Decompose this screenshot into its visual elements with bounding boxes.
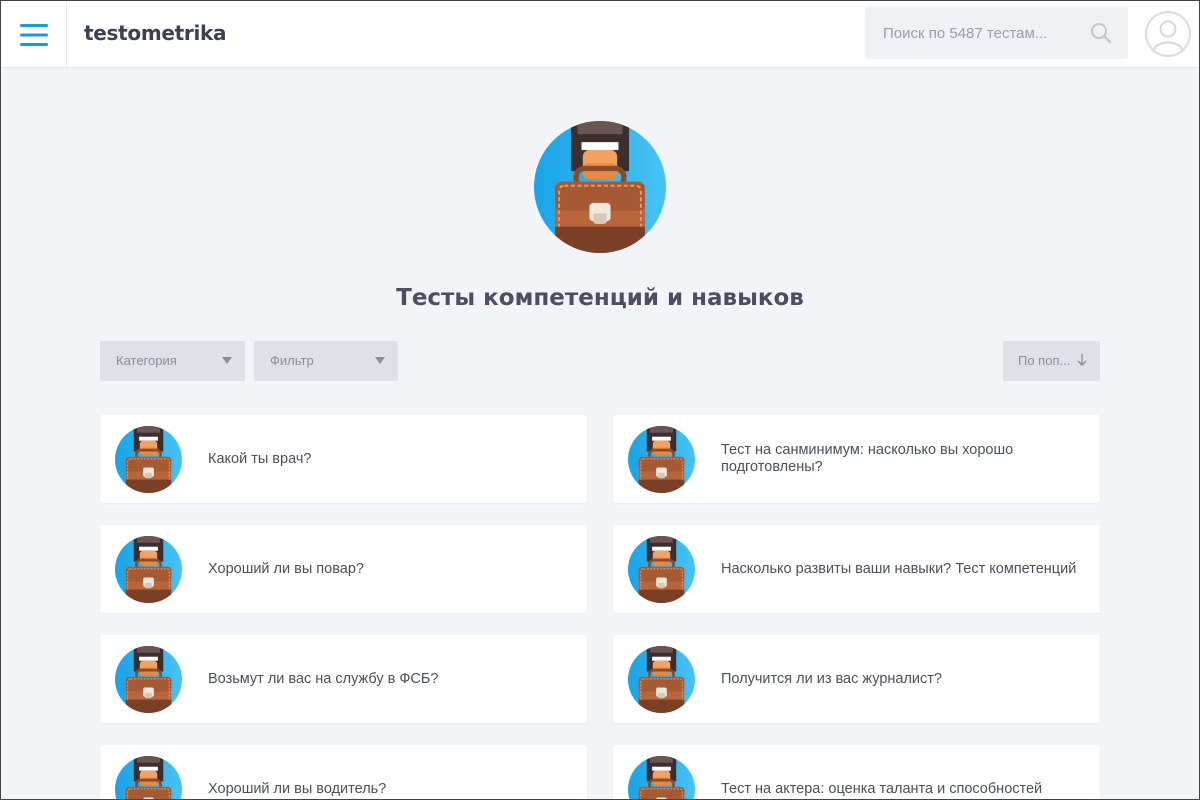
chevron-down-icon [375, 357, 385, 364]
chevron-down-icon [222, 357, 232, 364]
test-card-title: Получится ли из вас журналист? [721, 670, 942, 687]
page-title: Тесты компетенций и навыков [396, 285, 804, 311]
test-card-title: Хороший ли вы водитель? [208, 780, 387, 797]
category-select-label: Категория [116, 353, 177, 368]
test-card[interactable]: Тест на санминимум: насколько вы хорошо … [613, 415, 1100, 503]
site-logo[interactable]: testometrika [84, 21, 227, 47]
test-card-title: Тест на актера: оценка таланта и способн… [721, 780, 1043, 797]
test-card-title: Какой ты врач? [208, 450, 312, 467]
sort-select-label: По поп... [1018, 353, 1071, 368]
menu-button[interactable] [1, 1, 67, 68]
briefcase-hand-icon [628, 646, 695, 713]
user-avatar[interactable] [1145, 11, 1191, 57]
test-card-title: Возьмут ли вас на службу в ФСБ? [208, 670, 439, 687]
test-card[interactable]: Насколько развиты ваши навыки? Тест комп… [613, 525, 1100, 613]
test-card-title: Насколько развиты ваши навыки? Тест комп… [721, 560, 1077, 577]
search-icon[interactable] [1090, 22, 1112, 44]
test-card-title: Тест на санминимум: насколько вы хорошо … [721, 442, 1014, 475]
briefcase-hand-icon [628, 756, 695, 800]
filter-select-label: Фильтр [270, 353, 314, 368]
briefcase-hand-icon [115, 646, 182, 713]
test-card[interactable]: Получится ли из вас журналист? [613, 635, 1100, 723]
page-frame: testometrika Тесты компетенций и навыков… [0, 0, 1200, 800]
user-avatar-icon [1153, 20, 1183, 51]
briefcase-hand-icon [115, 536, 182, 603]
briefcase-hand-icon [628, 536, 695, 603]
briefcase-hand-icon [534, 121, 666, 253]
category-select[interactable]: Категория [100, 341, 245, 381]
hamburger-icon [19, 23, 48, 46]
search-input[interactable] [865, 7, 1080, 59]
briefcase-hand-icon [115, 756, 182, 800]
top-header: testometrika [1, 1, 1199, 68]
briefcase-hand-icon [628, 426, 695, 493]
test-card[interactable]: Возьмут ли вас на службу в ФСБ? [100, 635, 587, 723]
briefcase-hand-icon [115, 426, 182, 493]
test-card[interactable]: Какой ты врач? [100, 415, 587, 503]
arrow-down-icon [1077, 354, 1087, 366]
test-card[interactable]: Тест на актера: оценка таланта и способн… [613, 745, 1100, 800]
sort-select[interactable]: По поп... [1003, 341, 1100, 381]
search-box [865, 7, 1128, 59]
test-card[interactable]: Хороший ли вы повар? [100, 525, 587, 613]
test-card[interactable]: Хороший ли вы водитель? [100, 745, 587, 800]
test-card-title: Хороший ли вы повар? [208, 560, 364, 577]
filter-select[interactable]: Фильтр [254, 341, 398, 381]
